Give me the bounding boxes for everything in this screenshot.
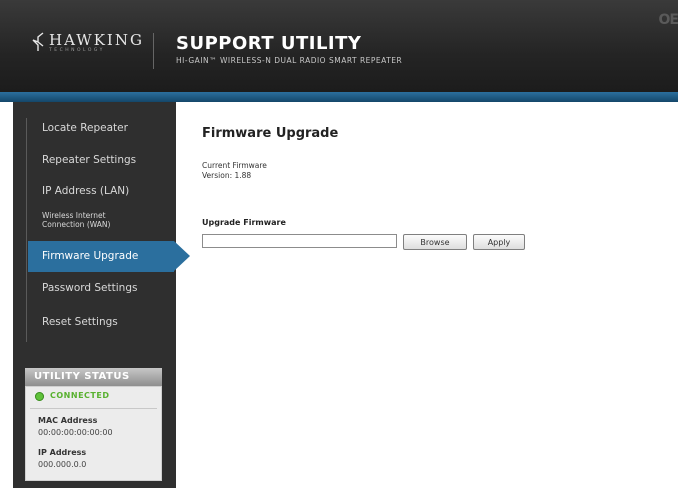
page-title: SUPPORT UTILITY: [176, 33, 362, 54]
sidebar-divider: [26, 118, 27, 342]
sidebar-item-ip-address[interactable]: IP Address (LAN): [42, 185, 129, 197]
connected-status-icon: [35, 392, 44, 401]
ip-address-label: IP Address: [38, 448, 87, 457]
sidebar-item-wireless-line1: Wireless Internet: [42, 211, 106, 220]
header-divider: [153, 33, 154, 69]
app-header: HAWKING TECHNOLOGY SUPPORT UTILITY HI-GA…: [0, 0, 678, 92]
section-title: Firmware Upgrade: [202, 126, 339, 141]
corner-mark: OE: [658, 12, 678, 28]
logo-text: HAWKING: [49, 30, 144, 49]
firmware-file-input[interactable]: [202, 234, 397, 248]
current-firmware-label: Current Firmware: [202, 161, 267, 170]
utility-status-header: UTILITY STATUS: [25, 368, 162, 386]
ip-address-value: 000.000.0.0: [38, 460, 87, 469]
browse-button[interactable]: Browse: [403, 234, 467, 250]
sidebar-item-firmware-upgrade-label[interactable]: Firmware Upgrade: [42, 250, 138, 262]
firmware-version: Version: 1.88: [202, 171, 252, 180]
sidebar-item-password-settings[interactable]: Password Settings: [42, 282, 137, 294]
hawking-logo[interactable]: HAWKING TECHNOLOGY: [30, 31, 144, 53]
upgrade-firmware-label: Upgrade Firmware: [202, 218, 286, 227]
status-divider: [30, 408, 157, 409]
logo-mark-icon: [32, 32, 44, 51]
connection-status: CONNECTED: [50, 391, 110, 400]
sidebar-item-wireless-line2: Connection (WAN): [42, 220, 111, 229]
sidebar-item-reset-settings[interactable]: Reset Settings: [42, 316, 118, 328]
mac-address-value: 00:00:00:00:00:00: [38, 428, 113, 437]
mac-address-label: MAC Address: [38, 416, 98, 425]
header-accent-band: [0, 92, 678, 102]
active-item-arrow: [174, 241, 190, 271]
apply-button[interactable]: Apply: [473, 234, 525, 250]
sidebar-item-repeater-settings[interactable]: Repeater Settings: [42, 154, 136, 166]
sidebar-item-locate-repeater[interactable]: Locate Repeater: [42, 122, 128, 134]
product-subtitle: HI-GAIN™ WIRELESS-N DUAL RADIO SMART REP…: [176, 56, 403, 65]
